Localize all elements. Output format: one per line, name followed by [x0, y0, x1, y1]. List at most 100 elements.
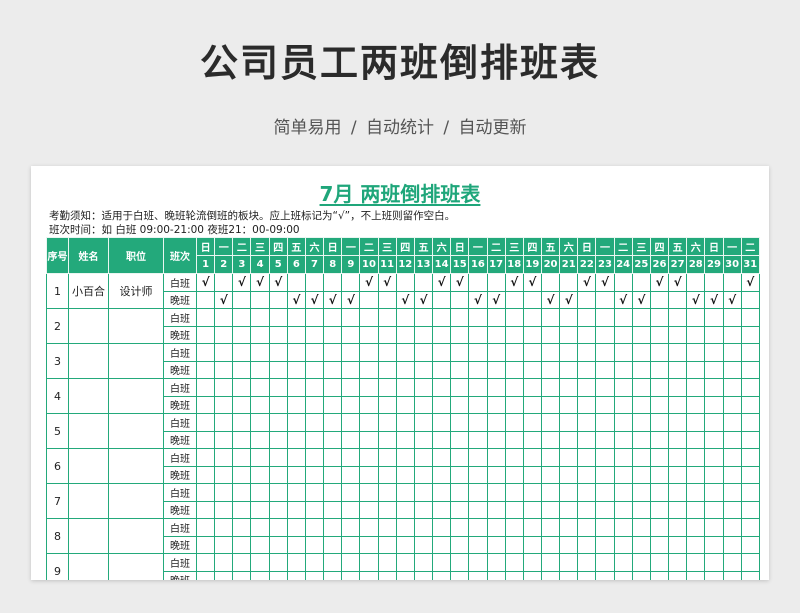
schedule-cell[interactable]	[377, 325, 397, 344]
schedule-cell[interactable]: √	[195, 273, 216, 292]
schedule-cell[interactable]	[359, 535, 379, 554]
schedule-cell[interactable]: √	[631, 290, 651, 309]
schedule-cell[interactable]	[722, 308, 742, 327]
schedule-cell[interactable]	[413, 483, 434, 502]
schedule-cell[interactable]	[359, 553, 379, 572]
schedule-cell[interactable]	[450, 500, 470, 519]
schedule-cell[interactable]	[395, 570, 415, 580]
schedule-cell[interactable]	[468, 430, 488, 449]
schedule-cell[interactable]	[304, 308, 325, 327]
schedule-cell[interactable]	[559, 448, 579, 467]
schedule-cell[interactable]	[649, 308, 670, 327]
schedule-cell[interactable]: √	[341, 290, 361, 309]
schedule-cell[interactable]	[432, 360, 452, 379]
schedule-cell[interactable]	[304, 483, 325, 502]
schedule-cell[interactable]	[577, 535, 597, 554]
schedule-cell[interactable]	[304, 395, 325, 414]
schedule-cell[interactable]	[631, 500, 651, 519]
schedule-cell[interactable]	[740, 570, 760, 580]
schedule-cell[interactable]	[377, 535, 397, 554]
schedule-cell[interactable]	[540, 553, 561, 572]
schedule-cell[interactable]	[304, 465, 325, 484]
schedule-cell[interactable]	[668, 535, 688, 554]
schedule-cell[interactable]	[341, 360, 361, 379]
schedule-cell[interactable]	[468, 500, 488, 519]
schedule-cell[interactable]	[377, 413, 397, 432]
schedule-cell[interactable]	[649, 500, 670, 519]
schedule-cell[interactable]	[377, 360, 397, 379]
employee-name[interactable]	[68, 518, 109, 554]
schedule-cell[interactable]	[413, 395, 434, 414]
schedule-cell[interactable]	[214, 413, 234, 432]
schedule-cell[interactable]	[250, 570, 270, 580]
schedule-cell[interactable]	[359, 448, 379, 467]
schedule-cell[interactable]	[341, 570, 361, 580]
schedule-cell[interactable]	[504, 360, 524, 379]
schedule-cell[interactable]	[468, 448, 488, 467]
schedule-cell[interactable]	[577, 413, 597, 432]
schedule-cell[interactable]	[631, 430, 651, 449]
schedule-cell[interactable]	[468, 378, 488, 397]
schedule-cell[interactable]	[268, 465, 288, 484]
schedule-cell[interactable]	[214, 535, 234, 554]
schedule-cell[interactable]	[631, 553, 651, 572]
schedule-cell[interactable]	[323, 308, 343, 327]
schedule-cell[interactable]	[432, 518, 452, 537]
schedule-cell[interactable]	[595, 378, 615, 397]
schedule-cell[interactable]	[522, 360, 542, 379]
schedule-cell[interactable]	[722, 430, 742, 449]
schedule-cell[interactable]	[468, 395, 488, 414]
schedule-cell[interactable]	[377, 553, 397, 572]
schedule-cell[interactable]	[413, 308, 434, 327]
schedule-cell[interactable]	[486, 378, 506, 397]
schedule-cell[interactable]	[740, 553, 760, 572]
employee-position[interactable]	[108, 483, 164, 519]
schedule-cell[interactable]	[232, 570, 252, 580]
employee-seq[interactable]: 6	[46, 448, 69, 484]
schedule-cell[interactable]	[268, 570, 288, 580]
schedule-cell[interactable]	[686, 308, 706, 327]
schedule-cell[interactable]	[559, 553, 579, 572]
schedule-cell[interactable]	[540, 448, 561, 467]
employee-seq[interactable]: 9	[46, 553, 69, 580]
schedule-cell[interactable]	[631, 395, 651, 414]
schedule-cell[interactable]	[195, 483, 216, 502]
schedule-cell[interactable]	[432, 378, 452, 397]
schedule-cell[interactable]	[613, 395, 633, 414]
schedule-cell[interactable]	[268, 518, 288, 537]
schedule-cell[interactable]	[504, 430, 524, 449]
schedule-cell[interactable]	[450, 553, 470, 572]
schedule-cell[interactable]	[740, 500, 760, 519]
schedule-cell[interactable]	[486, 325, 506, 344]
schedule-cell[interactable]	[413, 325, 434, 344]
schedule-cell[interactable]	[214, 570, 234, 580]
schedule-cell[interactable]	[377, 430, 397, 449]
schedule-cell[interactable]	[468, 413, 488, 432]
employee-name[interactable]	[68, 343, 109, 379]
schedule-cell[interactable]	[740, 535, 760, 554]
schedule-cell[interactable]	[432, 413, 452, 432]
schedule-cell[interactable]	[377, 308, 397, 327]
schedule-cell[interactable]	[686, 553, 706, 572]
schedule-cell[interactable]	[686, 500, 706, 519]
schedule-cell[interactable]	[686, 535, 706, 554]
schedule-cell[interactable]	[631, 273, 651, 292]
employee-position[interactable]: 设计师	[108, 273, 164, 309]
schedule-cell[interactable]	[631, 308, 651, 327]
schedule-cell[interactable]	[595, 500, 615, 519]
schedule-cell[interactable]	[468, 343, 488, 362]
schedule-cell[interactable]	[522, 430, 542, 449]
schedule-cell[interactable]	[268, 395, 288, 414]
schedule-cell[interactable]	[722, 360, 742, 379]
schedule-cell[interactable]	[504, 465, 524, 484]
schedule-cell[interactable]	[522, 570, 542, 580]
employee-seq[interactable]: 8	[46, 518, 69, 554]
schedule-cell[interactable]	[704, 325, 724, 344]
schedule-cell[interactable]	[268, 343, 288, 362]
schedule-cell[interactable]	[413, 553, 434, 572]
schedule-cell[interactable]	[704, 500, 724, 519]
schedule-cell[interactable]	[631, 465, 651, 484]
schedule-cell[interactable]	[214, 483, 234, 502]
schedule-cell[interactable]	[668, 465, 688, 484]
schedule-cell[interactable]	[595, 570, 615, 580]
